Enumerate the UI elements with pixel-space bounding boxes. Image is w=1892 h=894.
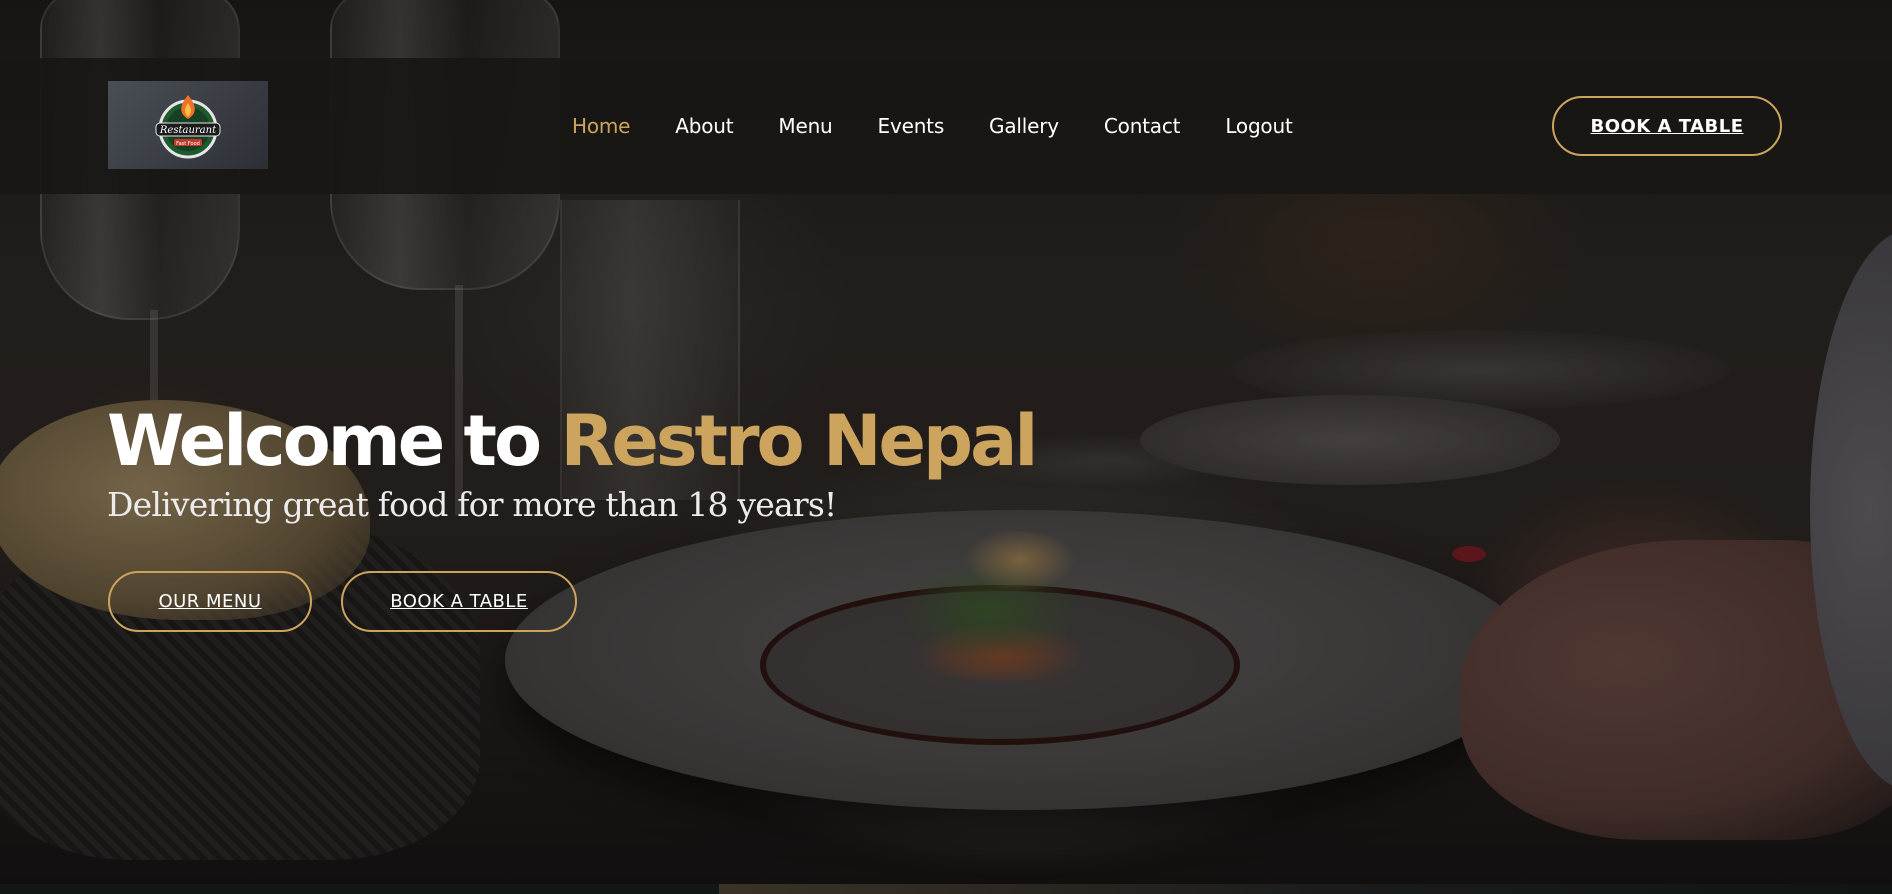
hero-title: Welcome to Restro Nepal (107, 400, 1038, 482)
header-book-table-button[interactable]: BOOK A TABLE (1552, 96, 1782, 156)
site-header: Restaurant Fast Food Home About Menu Eve… (0, 58, 1892, 194)
hero-title-prefix: Welcome to (107, 400, 561, 482)
main-nav: Home About Menu Events Gallery Contact L… (572, 58, 1293, 194)
nav-about[interactable]: About (675, 114, 733, 138)
svg-text:Restaurant: Restaurant (159, 125, 217, 136)
site-logo[interactable]: Restaurant Fast Food (108, 81, 268, 169)
our-menu-button[interactable]: OUR MENU (108, 571, 312, 632)
hero-book-table-button[interactable]: BOOK A TABLE (341, 571, 577, 632)
svg-text:Fast Food: Fast Food (176, 141, 200, 147)
nav-home[interactable]: Home (572, 114, 630, 138)
hero-title-accent: Restro Nepal (560, 400, 1038, 482)
next-section-edge (0, 884, 1892, 894)
restaurant-logo-icon: Restaurant Fast Food (155, 95, 221, 159)
nav-logout[interactable]: Logout (1225, 114, 1292, 138)
hero-subtitle: Delivering great food for more than 18 y… (107, 485, 837, 524)
nav-contact[interactable]: Contact (1104, 114, 1181, 138)
nav-events[interactable]: Events (878, 114, 945, 138)
nav-menu[interactable]: Menu (778, 114, 832, 138)
nav-gallery[interactable]: Gallery (989, 114, 1059, 138)
